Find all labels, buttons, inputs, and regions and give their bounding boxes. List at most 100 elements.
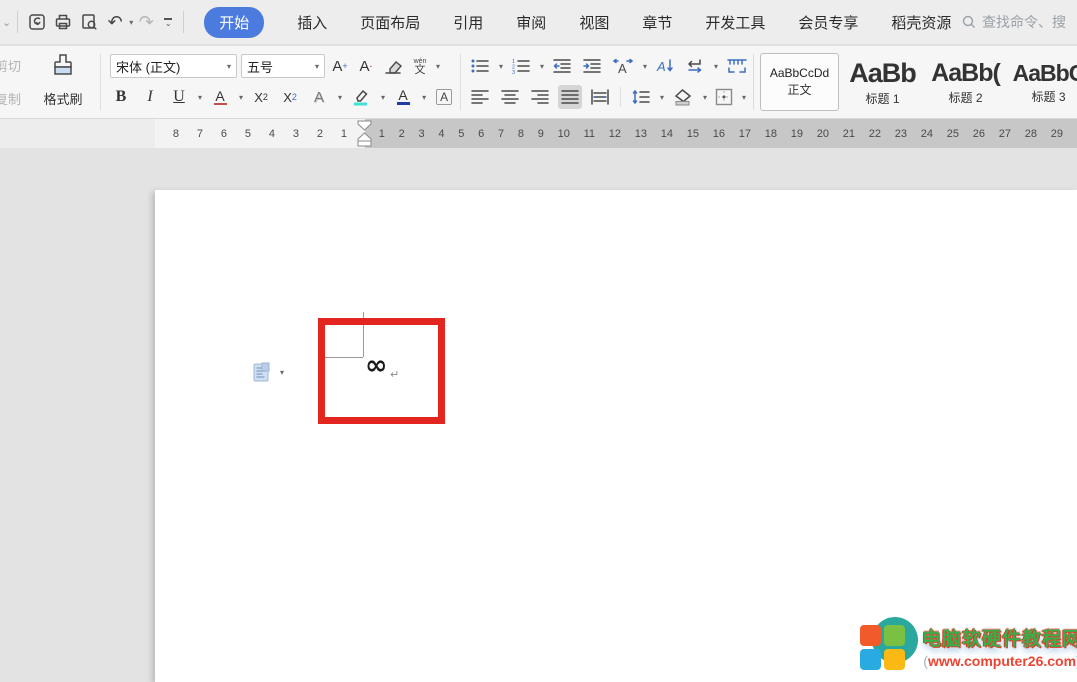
bullets-dropdown[interactable]: ▾ xyxy=(499,62,503,71)
increase-indent-button[interactable] xyxy=(580,54,604,78)
font-size-select[interactable]: 五号 ▾ xyxy=(241,54,325,78)
show-ruler-button[interactable] xyxy=(724,54,750,78)
decrease-indent-button[interactable] xyxy=(550,54,574,78)
infinity-symbol-text[interactable]: ∞ xyxy=(365,350,388,381)
han-char: 文 xyxy=(415,66,426,74)
underline-button[interactable]: U xyxy=(168,85,190,109)
quick-access-toolbar: ⌄ ↶ ▾ ↷ ⌄ xyxy=(0,0,190,45)
line-spacing-button[interactable] xyxy=(629,85,653,109)
text-direction-button[interactable]: A xyxy=(653,54,677,78)
character-border-button[interactable]: A xyxy=(433,85,455,109)
glyph: A xyxy=(398,89,407,101)
bullets-button[interactable] xyxy=(468,54,492,78)
copy-button[interactable]: 复制 xyxy=(0,89,21,108)
decrease-font-button[interactable]: A- xyxy=(355,54,377,78)
borders-button[interactable] xyxy=(713,85,735,109)
ruler-number: 4 xyxy=(438,128,444,140)
exp: 2 xyxy=(292,92,297,102)
ribbon-tab[interactable]: 视图 xyxy=(579,12,609,33)
minus-sign: - xyxy=(370,61,373,71)
ribbon-tab[interactable]: 引用 xyxy=(453,12,483,33)
ruler-number: 3 xyxy=(293,128,299,140)
character-scaling-dropdown[interactable]: ▾ xyxy=(643,62,647,71)
horizontal-ruler[interactable]: 87654321 1234567891011121314151617181920… xyxy=(0,119,1077,148)
paste-options-button[interactable]: ▾ xyxy=(253,362,284,383)
undo-button[interactable]: ↶ xyxy=(102,9,128,35)
wrap-dropdown[interactable]: ▾ xyxy=(714,62,718,71)
clear-format-button[interactable] xyxy=(381,54,405,78)
ruler-number: 8 xyxy=(518,128,524,140)
ruler-number: 1 xyxy=(341,128,347,140)
redo-button[interactable]: ↷ xyxy=(133,9,159,35)
align-right-button[interactable] xyxy=(528,85,552,109)
ribbon-tab[interactable]: 页面布局 xyxy=(360,12,420,33)
character-scaling-button[interactable]: A xyxy=(610,54,636,78)
ruler-number: 7 xyxy=(197,128,203,140)
exp: 2 xyxy=(263,92,268,102)
style-item[interactable]: AaBbCcDd 正文 xyxy=(760,53,839,111)
line-spacing-dropdown[interactable]: ▾ xyxy=(660,93,664,102)
ruler-number: 3 xyxy=(419,128,425,140)
numbering-button[interactable]: 123 xyxy=(509,54,533,78)
customize-quick-access-button[interactable]: ⌄ xyxy=(159,18,177,26)
font-color-button[interactable]: A xyxy=(392,85,414,109)
ribbon-tab[interactable]: 章节 xyxy=(642,12,672,33)
cut-button[interactable]: 剪切 xyxy=(0,56,21,75)
command-search[interactable]: 查找命令、搜 xyxy=(961,8,1077,36)
style-item[interactable]: AaBb 标题 1 xyxy=(843,53,922,111)
plus-sign: + xyxy=(342,61,347,71)
ribbon-tab[interactable]: 插入 xyxy=(297,12,327,33)
paste-options-dropdown[interactable]: ▾ xyxy=(280,368,284,377)
url-text: www.computer26.com xyxy=(928,653,1076,669)
save-button[interactable] xyxy=(24,9,50,35)
strikethrough-dropdown[interactable]: ▾ xyxy=(239,93,243,102)
print-preview-button[interactable] xyxy=(76,9,102,35)
format-painter-button[interactable]: 格式刷 xyxy=(34,52,92,108)
glyph: A xyxy=(215,90,224,102)
style-preview: AaBb( xyxy=(931,59,1000,88)
bold-button[interactable]: B xyxy=(110,85,132,109)
ruler-number: 1 xyxy=(379,128,385,140)
print-button[interactable] xyxy=(50,9,76,35)
numbering-dropdown[interactable]: ▾ xyxy=(540,62,544,71)
justify-button[interactable] xyxy=(558,85,582,109)
phonetic-guide-button[interactable]: wén 文 xyxy=(409,54,431,78)
group-divider xyxy=(460,54,461,110)
font-family-select[interactable]: 宋体 (正文) ▾ xyxy=(110,54,237,78)
ribbon-tab[interactable]: 稻壳资源 xyxy=(891,12,951,33)
shading-dropdown[interactable]: ▾ xyxy=(703,93,707,102)
font-color-dropdown[interactable]: ▾ xyxy=(422,93,426,102)
ribbon-tab[interactable]: 会员专享 xyxy=(798,12,858,33)
distribute-icon xyxy=(590,89,610,105)
red-bar xyxy=(214,103,227,105)
watermark-title: 电脑软硬件教程网 xyxy=(922,624,1077,651)
subscript-button[interactable]: X2 xyxy=(279,85,301,109)
window-edge-chevron-icon: ⌄ xyxy=(2,16,11,29)
highlight-color-button[interactable] xyxy=(349,85,373,109)
underline-dropdown[interactable]: ▾ xyxy=(198,93,202,102)
phonetic-dropdown[interactable]: ▾ xyxy=(436,62,440,71)
wrap-button[interactable] xyxy=(683,54,707,78)
strikethrough-color-button[interactable]: A xyxy=(209,85,231,109)
document-page[interactable]: ∞ ↵ ▾ xyxy=(155,190,1077,682)
distribute-button[interactable] xyxy=(588,85,612,109)
align-center-icon xyxy=(500,89,520,105)
ribbon-tabs: 开始 插入 页面布局 引用 审阅 视图 章节 开发工具 会员专享 稻壳资源 xyxy=(204,7,951,38)
ribbon-tab[interactable]: 开发工具 xyxy=(705,12,765,33)
highlight-dropdown[interactable]: ▾ xyxy=(381,93,385,102)
superscript-button[interactable]: X2 xyxy=(250,85,272,109)
ribbon-tab[interactable]: 开始 xyxy=(204,7,264,38)
shading-button[interactable] xyxy=(670,85,696,109)
borders-dropdown[interactable]: ▾ xyxy=(742,93,746,102)
text-effects-button[interactable]: A xyxy=(308,85,330,109)
align-left-button[interactable] xyxy=(468,85,492,109)
divider xyxy=(183,11,184,33)
increase-font-button[interactable]: A+ xyxy=(329,54,351,78)
watermark-url: (www.computer26.com) xyxy=(922,653,1077,669)
align-center-button[interactable] xyxy=(498,85,522,109)
style-item[interactable]: AaBbC 标题 3 xyxy=(1009,53,1077,111)
text-effects-dropdown[interactable]: ▾ xyxy=(338,93,342,102)
italic-button[interactable]: I xyxy=(139,85,161,109)
ribbon-tab[interactable]: 审阅 xyxy=(516,12,546,33)
style-item[interactable]: AaBb( 标题 2 xyxy=(926,53,1005,111)
